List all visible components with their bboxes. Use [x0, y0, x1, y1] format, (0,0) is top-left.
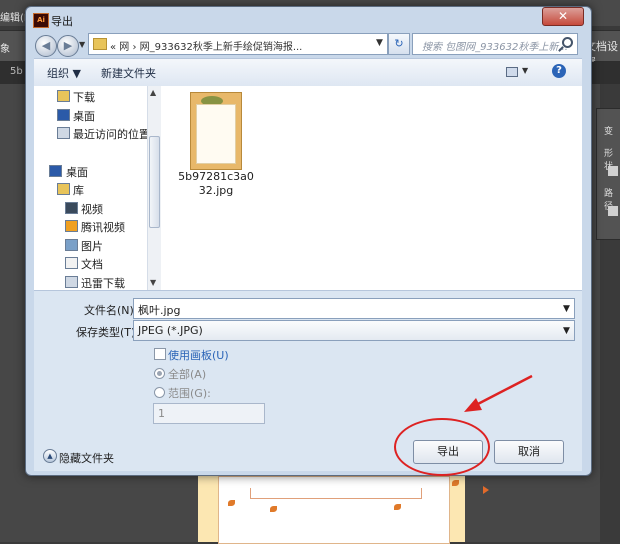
scroll-down-icon[interactable]: ▼	[150, 278, 156, 287]
hide-folders-button[interactable]: 隐藏文件夹	[59, 450, 114, 466]
filetype-value[interactable]: JPEG (*.JPG)	[138, 324, 203, 337]
hide-folders-icon[interactable]: ▲	[43, 449, 57, 463]
thunder-download-icon	[65, 276, 78, 288]
view-options-icon[interactable]	[506, 67, 518, 77]
organize-button[interactable]: 组织 ▼	[47, 65, 81, 81]
nav-item-documents[interactable]: 文档	[81, 256, 103, 272]
nav-item-recent[interactable]: 最近访问的位置	[73, 126, 150, 142]
nav-item-libraries[interactable]: 库	[73, 182, 84, 198]
leaf-decoration-icon	[394, 504, 401, 510]
file-name-label[interactable]: 5b97281c3a032.jpg	[175, 170, 257, 198]
recent-places-icon	[57, 127, 70, 139]
nav-item-desktop-root[interactable]: 桌面	[66, 164, 88, 180]
annotation-circle	[394, 418, 490, 476]
folder-icon	[93, 38, 107, 50]
download-folder-icon	[57, 90, 70, 102]
libraries-icon	[57, 183, 70, 195]
artboard-frame	[250, 488, 422, 499]
filename-input[interactable]	[133, 298, 575, 319]
range-value[interactable]: 1	[158, 407, 165, 420]
range-input[interactable]	[153, 403, 265, 424]
nav-item-pictures[interactable]: 图片	[81, 238, 103, 254]
address-path[interactable]: « 网 › 网_933632秋季上新手绘促销海报...	[110, 38, 302, 53]
illustrator-app-icon: Ai	[33, 13, 49, 28]
range-radio[interactable]	[154, 387, 165, 398]
canvas-arrow-icon	[483, 486, 489, 494]
help-icon[interactable]: ?	[552, 64, 566, 78]
nav-item-video[interactable]: 视频	[81, 201, 103, 217]
back-button[interactable]: ◀	[35, 35, 57, 57]
filename-label: 文件名(N):	[84, 304, 138, 317]
refresh-button[interactable]: ↻	[388, 33, 410, 55]
desktop-icon	[57, 109, 70, 121]
desktop-icon	[49, 165, 62, 177]
filename-value[interactable]: 枫叶.jpg	[138, 302, 181, 318]
nav-item-thunder[interactable]: 迅雷下载	[81, 275, 125, 291]
panel-swatch-icon[interactable]	[608, 166, 618, 176]
cancel-button[interactable]: 取消	[494, 440, 564, 464]
scroll-up-icon[interactable]: ▲	[150, 88, 156, 97]
video-icon	[65, 202, 78, 214]
close-button[interactable]: ✕	[542, 7, 584, 26]
history-dropdown-icon[interactable]: ▼	[79, 40, 85, 49]
nav-item-downloads[interactable]: 下载	[73, 89, 95, 105]
dialog-title: 导出	[51, 15, 73, 28]
range-option-label[interactable]: 范围(G):	[168, 385, 211, 401]
use-artboard-checkbox[interactable]	[154, 348, 166, 360]
use-artboard-label[interactable]: 使用画板(U)	[168, 347, 229, 363]
leaf-decoration-icon	[270, 506, 277, 512]
app-control-label: 象	[0, 44, 10, 55]
filetype-dropdown-icon[interactable]: ▼	[563, 326, 570, 336]
document-tab[interactable]: 5b	[10, 66, 23, 77]
radio-selected-dot	[157, 371, 162, 376]
filetype-label: 保存类型(T):	[76, 326, 140, 339]
all-option-label[interactable]: 全部(A)	[168, 366, 206, 382]
forward-button[interactable]: ▶	[57, 35, 79, 57]
view-dropdown-icon[interactable]: ▼	[522, 66, 528, 75]
artboard-poster	[218, 476, 450, 544]
panel-label-transform: 变	[604, 127, 614, 137]
nav-item-tencent-video[interactable]: 腾讯视频	[81, 219, 125, 235]
address-dropdown-icon[interactable]: ▼	[376, 38, 383, 48]
documents-icon	[65, 257, 78, 269]
thumbnail-page	[196, 104, 236, 164]
leaf-decoration-icon	[228, 500, 235, 506]
scroll-thumb[interactable]	[149, 136, 160, 228]
search-icon[interactable]	[562, 37, 573, 48]
pictures-icon	[65, 239, 78, 251]
leaf-decoration-icon	[452, 480, 459, 486]
filename-dropdown-icon[interactable]: ▼	[563, 304, 570, 314]
panel-swatch-icon[interactable]	[608, 206, 618, 216]
new-folder-button[interactable]: 新建文件夹	[101, 65, 156, 81]
search-placeholder: 搜索 包图网_933632秋季上新...	[422, 42, 568, 53]
annotation-arrow-icon	[464, 374, 533, 412]
tencent-video-icon	[65, 220, 78, 232]
nav-item-desktop[interactable]: 桌面	[73, 108, 95, 124]
